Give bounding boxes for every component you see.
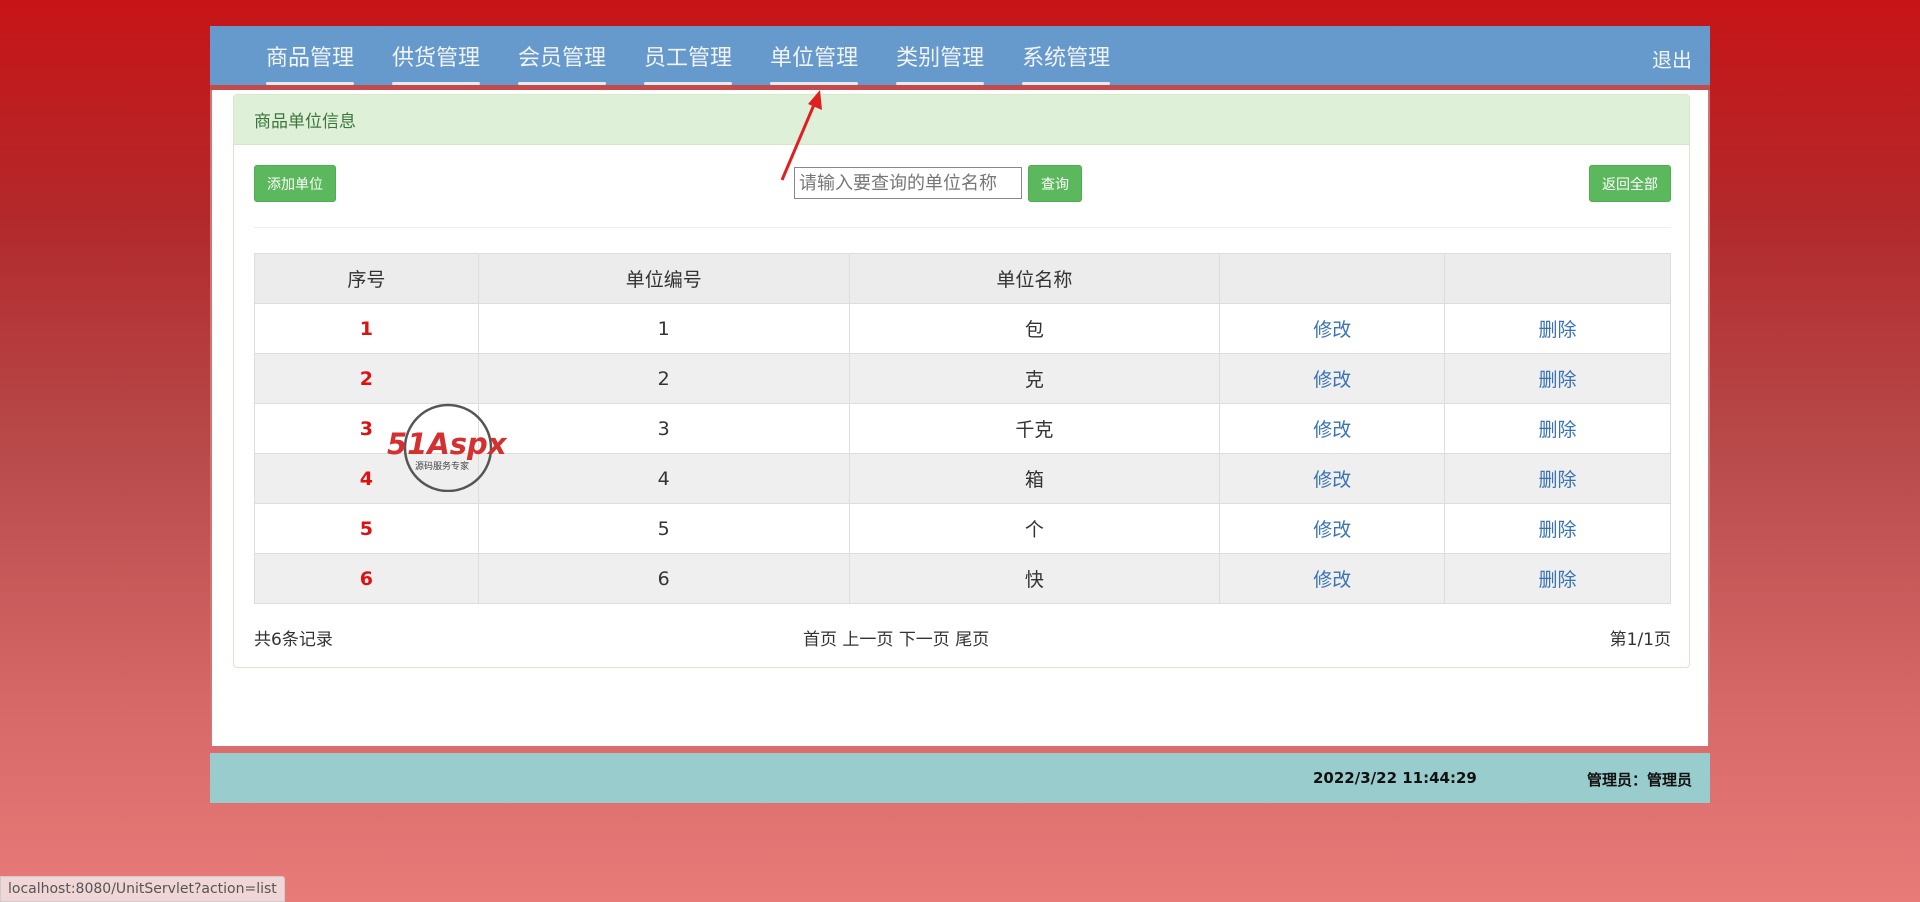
divider xyxy=(254,227,1671,228)
table-row: 5 5 个 修改 删除 xyxy=(254,503,1671,554)
header-edit xyxy=(1219,253,1446,304)
edit-link[interactable]: 修改 xyxy=(1219,403,1446,454)
header-unit-name: 单位名称 xyxy=(848,253,1221,304)
watermark-logo: 51Aspx 源码服务专家 xyxy=(387,403,508,492)
row-index: 5 xyxy=(254,503,479,554)
nav-item-categories[interactable]: 类别管理 xyxy=(896,24,985,88)
delete-link[interactable]: 删除 xyxy=(1444,503,1671,554)
row-index: 2 xyxy=(254,353,479,404)
add-unit-button[interactable]: 添加单位 xyxy=(254,165,336,202)
header-index: 序号 xyxy=(254,253,479,304)
row-unit-code: 6 xyxy=(477,553,850,604)
row-unit-name: 包 xyxy=(848,303,1221,354)
delete-link[interactable]: 删除 xyxy=(1444,303,1671,354)
page: { "nav": { "items": ["商品管理", "供货管理", "会员… xyxy=(0,0,1920,902)
nav-item-units[interactable]: 单位管理 xyxy=(770,24,859,88)
next-page-link[interactable]: 下一页 xyxy=(899,630,950,650)
delete-link[interactable]: 删除 xyxy=(1444,453,1671,504)
table-row: 1 1 包 修改 删除 xyxy=(254,303,1671,354)
status-url-tooltip: localhost:8080/UnitServlet?action=list xyxy=(0,876,285,902)
last-page-link[interactable]: 尾页 xyxy=(955,630,989,650)
unit-panel: 商品单位信息 添加单位 查询 返回全部 序号 单位编号 单位名称 xyxy=(233,94,1690,668)
edit-link[interactable]: 修改 xyxy=(1219,503,1446,554)
pagination: 共6条记录 首页 上一页 下一页 尾页 第1/1页 xyxy=(254,625,1671,650)
red-arrow-icon xyxy=(780,90,822,181)
page-indicator: 第1/1页 xyxy=(1609,630,1671,650)
row-unit-name: 千克 xyxy=(848,403,1221,454)
row-unit-name: 箱 xyxy=(848,453,1221,504)
watermark-tagline: 源码服务专家 xyxy=(415,460,469,472)
edit-link[interactable]: 修改 xyxy=(1219,553,1446,604)
current-datetime: 2022/3/22 11:44:29 xyxy=(1313,769,1477,787)
admin-label: 管理员：管理员 xyxy=(1586,771,1692,789)
nav-item-supply[interactable]: 供货管理 xyxy=(392,24,481,88)
row-unit-name: 个 xyxy=(848,503,1221,554)
row-unit-code: 3 xyxy=(477,403,850,454)
show-all-button[interactable]: 返回全部 xyxy=(1589,165,1671,202)
edit-link[interactable]: 修改 xyxy=(1219,453,1446,504)
table-row: 2 2 克 修改 删除 xyxy=(254,353,1671,404)
header-unit-code: 单位编号 xyxy=(477,253,850,304)
delete-link[interactable]: 删除 xyxy=(1444,353,1671,404)
row-unit-code: 5 xyxy=(477,503,850,554)
top-navbar: 商品管理 供货管理 会员管理 员工管理 单位管理 类别管理 系统管理 退出 xyxy=(210,26,1710,90)
row-unit-code: 1 xyxy=(477,303,850,354)
row-unit-name: 快 xyxy=(848,553,1221,604)
row-unit-code: 2 xyxy=(477,353,850,404)
nav-item-staff[interactable]: 员工管理 xyxy=(644,24,733,88)
edit-link[interactable]: 修改 xyxy=(1219,353,1446,404)
page-links: 首页 上一页 下一页 尾页 xyxy=(803,625,989,650)
panel-title: 商品单位信息 xyxy=(234,95,1689,145)
table-row: 6 6 快 修改 删除 xyxy=(254,553,1671,604)
row-index: 1 xyxy=(254,303,479,354)
row-unit-code: 4 xyxy=(477,453,850,504)
row-index: 6 xyxy=(254,553,479,604)
total-count: 共6条记录 xyxy=(254,630,333,650)
table-header-row: 序号 单位编号 单位名称 xyxy=(254,253,1671,304)
search-button[interactable]: 查询 xyxy=(1028,165,1082,202)
nav-item-system[interactable]: 系统管理 xyxy=(1022,24,1111,88)
delete-link[interactable]: 删除 xyxy=(1444,553,1671,604)
logout-link[interactable]: 退出 xyxy=(1652,26,1692,90)
header-delete xyxy=(1444,253,1671,304)
nav-item-goods[interactable]: 商品管理 xyxy=(266,24,355,88)
watermark-text: 51Aspx xyxy=(387,427,508,461)
status-bar: 2022/3/22 11:44:29 管理员：管理员 xyxy=(210,753,1710,803)
row-unit-name: 克 xyxy=(848,353,1221,404)
nav-item-members[interactable]: 会员管理 xyxy=(518,24,607,88)
first-page-link[interactable]: 首页 xyxy=(803,630,837,650)
delete-link[interactable]: 删除 xyxy=(1444,403,1671,454)
edit-link[interactable]: 修改 xyxy=(1219,303,1446,354)
prev-page-link[interactable]: 上一页 xyxy=(842,630,893,650)
